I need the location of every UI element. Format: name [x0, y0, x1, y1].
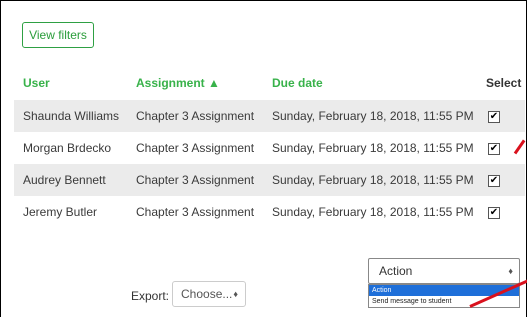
table-row: Shaunda Williams Chapter 3 Assignment Su… [14, 100, 525, 132]
action-option-send-message[interactable]: Send message to student [369, 296, 519, 307]
select-checkbox[interactable]: ✔ [488, 175, 500, 187]
table-row: Morgan Brdecko Chapter 3 Assignment Sund… [14, 132, 525, 164]
user-cell[interactable]: Shaunda Williams [23, 100, 119, 132]
export-select[interactable]: Choose... ♦ [172, 281, 246, 307]
column-header-user[interactable]: User [23, 76, 50, 90]
select-checkbox[interactable]: ✔ [488, 207, 500, 219]
column-header-assignment[interactable]: Assignment ▲ [136, 76, 220, 90]
assignment-cell[interactable]: Chapter 3 Assignment [136, 164, 254, 196]
due-date-cell: Sunday, February 18, 2018, 11:55 PM [272, 109, 474, 123]
assignment-cell[interactable]: Chapter 3 Assignment [136, 196, 254, 228]
select-caret-icon: ♦ [508, 266, 513, 276]
view-filters-button[interactable]: View filters [22, 22, 94, 48]
due-date-cell: Sunday, February 18, 2018, 11:55 PM [272, 173, 474, 187]
export-label: Export: [131, 289, 170, 303]
select-checkbox[interactable]: ✔ [488, 111, 500, 123]
table-row: Jeremy Butler Chapter 3 Assignment Sunda… [14, 196, 525, 228]
select-checkbox[interactable]: ✔ [488, 143, 500, 155]
due-date-cell: Sunday, February 18, 2018, 11:55 PM [272, 205, 474, 219]
due-date-cell: Sunday, February 18, 2018, 11:55 PM [272, 141, 474, 155]
assignment-cell[interactable]: Chapter 3 Assignment [136, 132, 254, 164]
user-cell[interactable]: Jeremy Butler [23, 196, 97, 228]
user-cell[interactable]: Morgan Brdecko [23, 132, 111, 164]
column-header-due-date[interactable]: Due date [272, 76, 323, 90]
action-select[interactable]: Action ♦ [368, 258, 520, 284]
select-caret-icon: ♦ [233, 289, 238, 299]
table-row: Audrey Bennett Chapter 3 Assignment Sund… [14, 164, 525, 196]
action-select-value: Action [379, 264, 413, 278]
column-header-select: Select [486, 76, 522, 90]
assignment-cell[interactable]: Chapter 3 Assignment [136, 100, 254, 132]
user-cell[interactable]: Audrey Bennett [23, 164, 106, 196]
export-select-value: Choose... [181, 287, 233, 301]
